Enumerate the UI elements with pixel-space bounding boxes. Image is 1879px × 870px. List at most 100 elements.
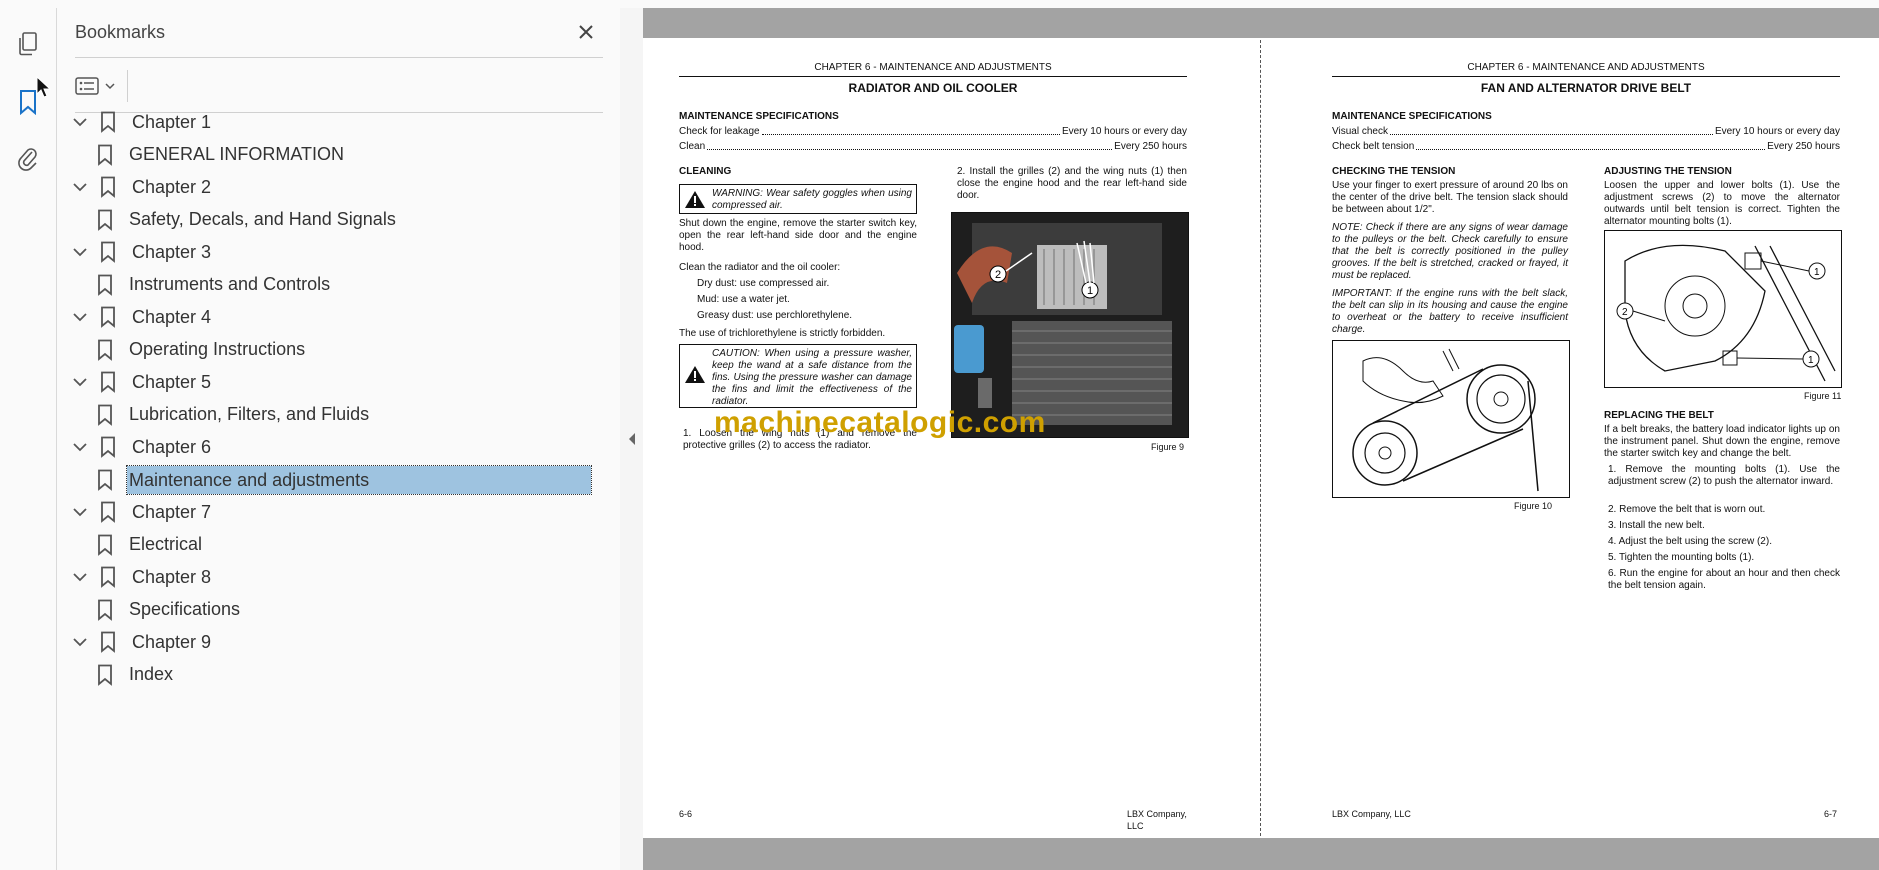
bookmark-chapter[interactable]: Chapter 2 [70,172,213,202]
bookmark-label: Chapter 7 [132,501,212,522]
bookmark-chapter[interactable]: Chapter 9 [70,627,213,657]
svg-text:2: 2 [995,269,1001,281]
spec-item: Clean [679,141,706,152]
bookmark-chapter[interactable]: Chapter 7 [70,497,213,527]
chevron-down-icon[interactable] [70,632,90,652]
chevron-down-icon[interactable] [70,437,90,457]
chevron-down-icon[interactable] [70,307,90,327]
toolbar-separator [127,70,128,102]
chevron-down-icon[interactable] [70,372,90,392]
page-gutter-bottom [643,838,1879,870]
bookmark-chapter[interactable]: Chapter 4 [70,302,213,332]
bookmark-icon [95,664,115,686]
bookmark-item[interactable]: Instruments and Controls [95,270,332,300]
bookmark-icon [95,339,115,361]
panel-divider [75,57,603,58]
adjusting-heading: ADJUSTING THE TENSION [1604,166,1732,177]
paragraph: The use of trichlorethylene is strictly … [679,328,886,339]
page-thumbnails-icon[interactable] [8,24,48,64]
chevron-down-icon[interactable] [70,242,90,262]
spec-value: Every 10 hours or every day [1061,126,1187,137]
list-item: Dry dust: use compressed air. [697,278,830,289]
bookmark-icon [98,241,118,263]
list-item: Greasy dust: use perchlorethylene. [697,310,853,321]
bookmark-chapter[interactable]: Chapter 8 [70,562,213,592]
spec-item: Visual check [1332,126,1388,137]
bookmark-label: Chapter 6 [132,436,212,457]
bookmark-icon [95,469,115,491]
chevron-down-icon [105,83,115,90]
bookmark-chapter[interactable]: Chapter 3 [70,237,213,267]
bookmark-label: Chapter 8 [132,566,212,587]
procedure-step: 5. Tighten the mounting bolts (1). [1608,552,1755,563]
bookmark-item[interactable]: Index [95,660,175,690]
bookmark-label: Specifications [129,599,241,619]
list-options-button[interactable] [75,70,121,102]
panel-title: Bookmarks [75,22,166,42]
bookmark-icon [98,176,118,198]
bookmark-icon [95,404,115,426]
spec-row: Visual check Every 10 hours or every day [1332,126,1840,138]
close-icon[interactable] [572,18,600,46]
bookmark-item[interactable]: Operating Instructions [95,335,307,365]
warning-box: WARNING: Wear safety goggles when using … [679,184,917,214]
note-text: NOTE: Check if there are any signs of we… [1332,222,1568,281]
procedure-step: 6. Run the engine for about an hour and … [1608,568,1840,591]
figure-caption: Figure 10 [1514,501,1553,511]
mouse-pointer-icon [36,76,52,98]
spec-item: Check for leakage [679,126,760,137]
bookmark-chapter[interactable]: Chapter 1 [70,107,213,137]
bookmark-label: Lubrication, Filters, and Fluids [129,404,370,424]
bookmark-icon [98,501,118,523]
collapse-arrow-icon [629,433,635,445]
list-options-icon [75,77,99,95]
page-title: FAN AND ALTERNATOR DRIVE BELT [1480,81,1692,95]
bookmark-item[interactable]: Electrical [95,530,204,560]
warning-icon [685,191,705,208]
paragraph: Loosen the upper and lower bolts (1). Us… [1604,180,1840,227]
paragraph: Use your finger to exert pressure of aro… [1332,180,1568,215]
bookmark-icon [98,111,118,133]
bookmark-label: Chapter 3 [132,241,212,262]
page-title: RADIATOR AND OIL COOLER [848,81,1018,95]
bookmark-item[interactable]: Specifications [95,595,242,625]
spec-item: Check belt tension [1332,141,1415,152]
attachment-icon[interactable] [8,138,48,178]
svg-text:1: 1 [1814,267,1820,278]
replacing-heading: REPLACING THE BELT [1604,410,1714,421]
svg-text:1: 1 [1087,285,1093,297]
chevron-down-icon[interactable] [70,502,90,522]
bookmark-chapter[interactable]: Chapter 5 [70,367,213,397]
bookmark-label: Chapter 5 [132,371,212,392]
chevron-down-icon[interactable] [70,567,90,587]
page-spread-divider [1260,40,1261,836]
spec-value: Every 250 hours [1767,141,1840,152]
bookmark-label: Instruments and Controls [129,274,331,294]
svg-text:1: 1 [1808,355,1814,366]
figure-caption: Figure 9 [1151,442,1185,452]
bookmark-label: Chapter 2 [132,176,212,197]
procedure-step: 2. Remove the belt that is worn out. [1608,504,1766,515]
chevron-down-icon[interactable] [70,112,90,132]
bookmark-item[interactable]: Lubrication, Filters, and Fluids [95,400,371,430]
warning-icon [685,366,705,383]
bookmark-chapter[interactable]: Chapter 6 [70,432,213,462]
chevron-down-icon[interactable] [70,177,90,197]
footer-company: LBX Company, LLC [1127,809,1187,831]
bookmark-label: Operating Instructions [129,339,306,359]
page-gutter-top [643,8,1879,38]
page-number: 6-7 [1824,809,1838,819]
bookmark-icon [95,599,115,621]
bookmark-label: Maintenance and adjustments [126,464,592,495]
bookmark-item[interactable]: Maintenance and adjustments [95,464,592,495]
footer-company: LBX Company, LLC [1332,809,1411,819]
bookmark-item[interactable]: Safety, Decals, and Hand Signals [95,205,398,235]
important-text: IMPORTANT: If the engine runs with the b… [1332,288,1568,335]
panel-collapse-handle[interactable] [620,8,643,870]
spec-value: Every 250 hours [1114,141,1187,152]
spec-heading: MAINTENANCE SPECIFICATIONS [1332,111,1492,122]
alternator-drawing: 1 2 1 [1604,230,1842,388]
watermark-text: machinecatalogic.com [714,406,1046,439]
bookmark-icon [95,534,115,556]
bookmark-item[interactable]: GENERAL INFORMATION [95,140,346,170]
